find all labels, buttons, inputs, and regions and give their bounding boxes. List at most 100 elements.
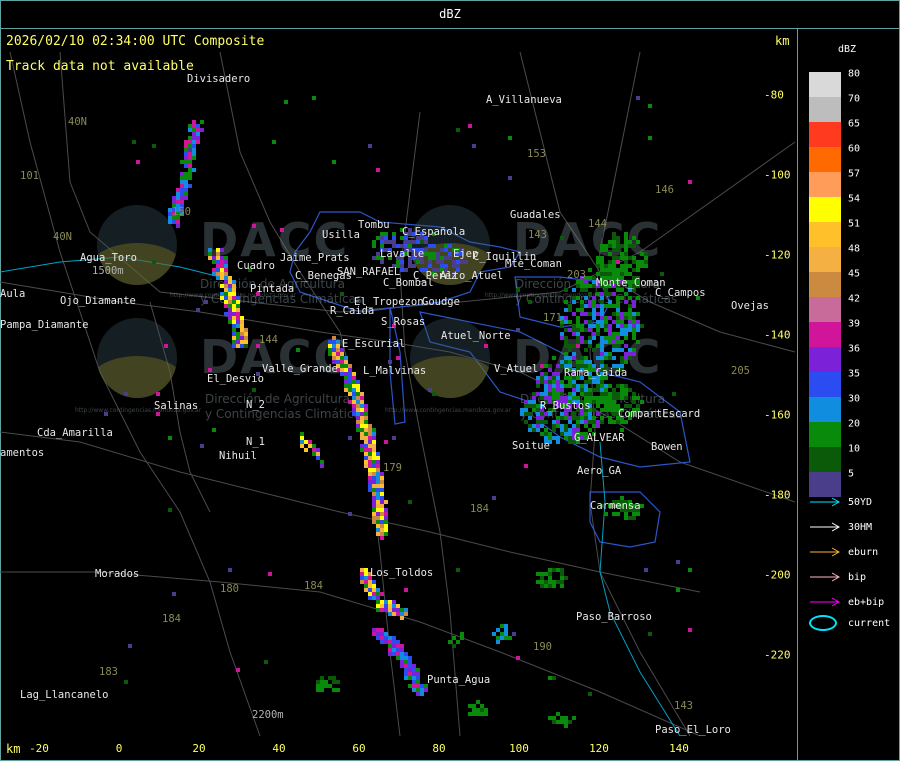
radar-echo-pixel [348,376,352,380]
radar-echo-pixel [232,284,236,288]
radar-echo-pixel [172,200,176,204]
road-number: 143 [528,229,547,241]
place-label: El_Desvio [207,373,264,385]
radar-echo-pixel [548,412,552,416]
radar-echo-pixel [600,316,604,320]
radar-echo-pixel [548,584,552,588]
radar-echo-pixel [600,260,604,264]
radar-echo-pixel [348,372,352,376]
radar-echo-pixel [348,368,352,372]
radar-echo-pixel [624,236,628,240]
y-tick: -180 [764,488,791,502]
radar-echo-pixel [568,436,572,440]
colorbar-value: 45 [848,268,861,280]
radar-echo-pixel [600,336,604,340]
radar-echo-pixel [572,388,576,392]
radar-echo-pixel [452,260,456,264]
radar-echo-pixel [404,668,408,672]
radar-echo-pixel [364,588,368,592]
radar-echo-pixel [592,308,596,312]
radar-echo-pixel [624,252,628,256]
radar-echo-pixel [172,592,176,596]
radar-echo-pixel [196,132,200,136]
radar-echo-pixel [612,332,616,336]
radar-echo-pixel [640,400,644,404]
radar-echo-pixel [336,356,340,360]
radar-echo-pixel [372,492,376,496]
radar-echo-pixel [220,296,224,300]
radar-echo-pixel [368,592,372,596]
radar-echo-pixel [560,432,564,436]
radar-echo-pixel [572,296,576,300]
road-number: 144 [588,218,607,230]
radar-echo-pixel [600,340,604,344]
place-label: L_Malvinas [363,365,427,377]
radar-echo-pixel [564,412,568,416]
radar-echo-pixel [384,520,388,524]
place-label: Nihuil [219,450,257,462]
current-label: current [848,618,891,629]
radar-echo-pixel [380,640,384,644]
colorbar-swatch [809,97,841,122]
radar-echo-pixel [456,568,460,572]
radar-echo-pixel [272,140,276,144]
radar-echo-pixel [548,572,552,576]
radar-echo-pixel [424,688,428,692]
radar-echo-pixel [480,708,484,712]
radar-echo-pixel [336,688,340,692]
place-label: Cuadro [237,260,275,272]
radar-echo-pixel [176,196,180,200]
radar-echo-pixel [168,220,172,224]
radar-echo-pixel [372,444,376,448]
radar-echo-pixel [596,292,600,296]
radar-echo-pixel [192,120,196,124]
radar-echo-pixel [420,260,424,264]
radar-echo-pixel [604,352,608,356]
radar-echo-pixel [580,412,584,416]
radar-echo-pixel [356,420,360,424]
radar-echo-pixel [600,392,604,396]
radar-echo-pixel [600,356,604,360]
radar-echo-pixel [436,256,440,260]
radar-echo-pixel [588,328,592,332]
radar-echo-pixel [604,336,608,340]
radar-echo-pixel [356,404,360,408]
radar-echo-pixel [428,260,432,264]
radar-echo-pixel [220,276,224,280]
radar-echo-pixel [596,400,600,404]
radar-echo-pixel [396,648,400,652]
radar-echo-pixel [616,256,620,260]
radar-echo-pixel [384,512,388,516]
radar-echo-pixel [220,264,224,268]
radar-echo-pixel [600,292,604,296]
track-label: 30HM [848,522,873,533]
radar-echo-pixel [408,668,412,672]
radar-echo-pixel [620,268,624,272]
radar-echo-pixel [332,676,336,680]
radar-echo-pixel [620,328,624,332]
road-number: 153 [527,148,546,160]
radar-echo-pixel [576,344,580,348]
radar-echo-pixel [340,360,344,364]
radar-echo-pixel [192,168,196,172]
radar-echo-pixel [584,360,588,364]
radar-echo-pixel [348,364,352,368]
radar-echo-pixel [592,348,596,352]
radar-echo-pixel [188,164,192,168]
radar-echo-pixel [328,676,332,680]
radar-echo-pixel [192,148,196,152]
radar-echo-pixel [432,392,436,396]
radar-echo-pixel [372,596,376,600]
radar-echo-pixel [532,428,536,432]
radar-echo-pixel [404,660,408,664]
radar-echo-pixel [372,472,376,476]
radar-echo-pixel [564,424,568,428]
place-label: Aula [0,288,26,300]
radar-echo-pixel [372,504,376,508]
radar-echo-pixel [388,636,392,640]
radar-echo-pixel [568,344,572,348]
radar-echo-pixel [372,512,376,516]
radar-echo-pixel [408,672,412,676]
radar-echo-pixel [552,376,556,380]
radar-echo-pixel [644,568,648,572]
